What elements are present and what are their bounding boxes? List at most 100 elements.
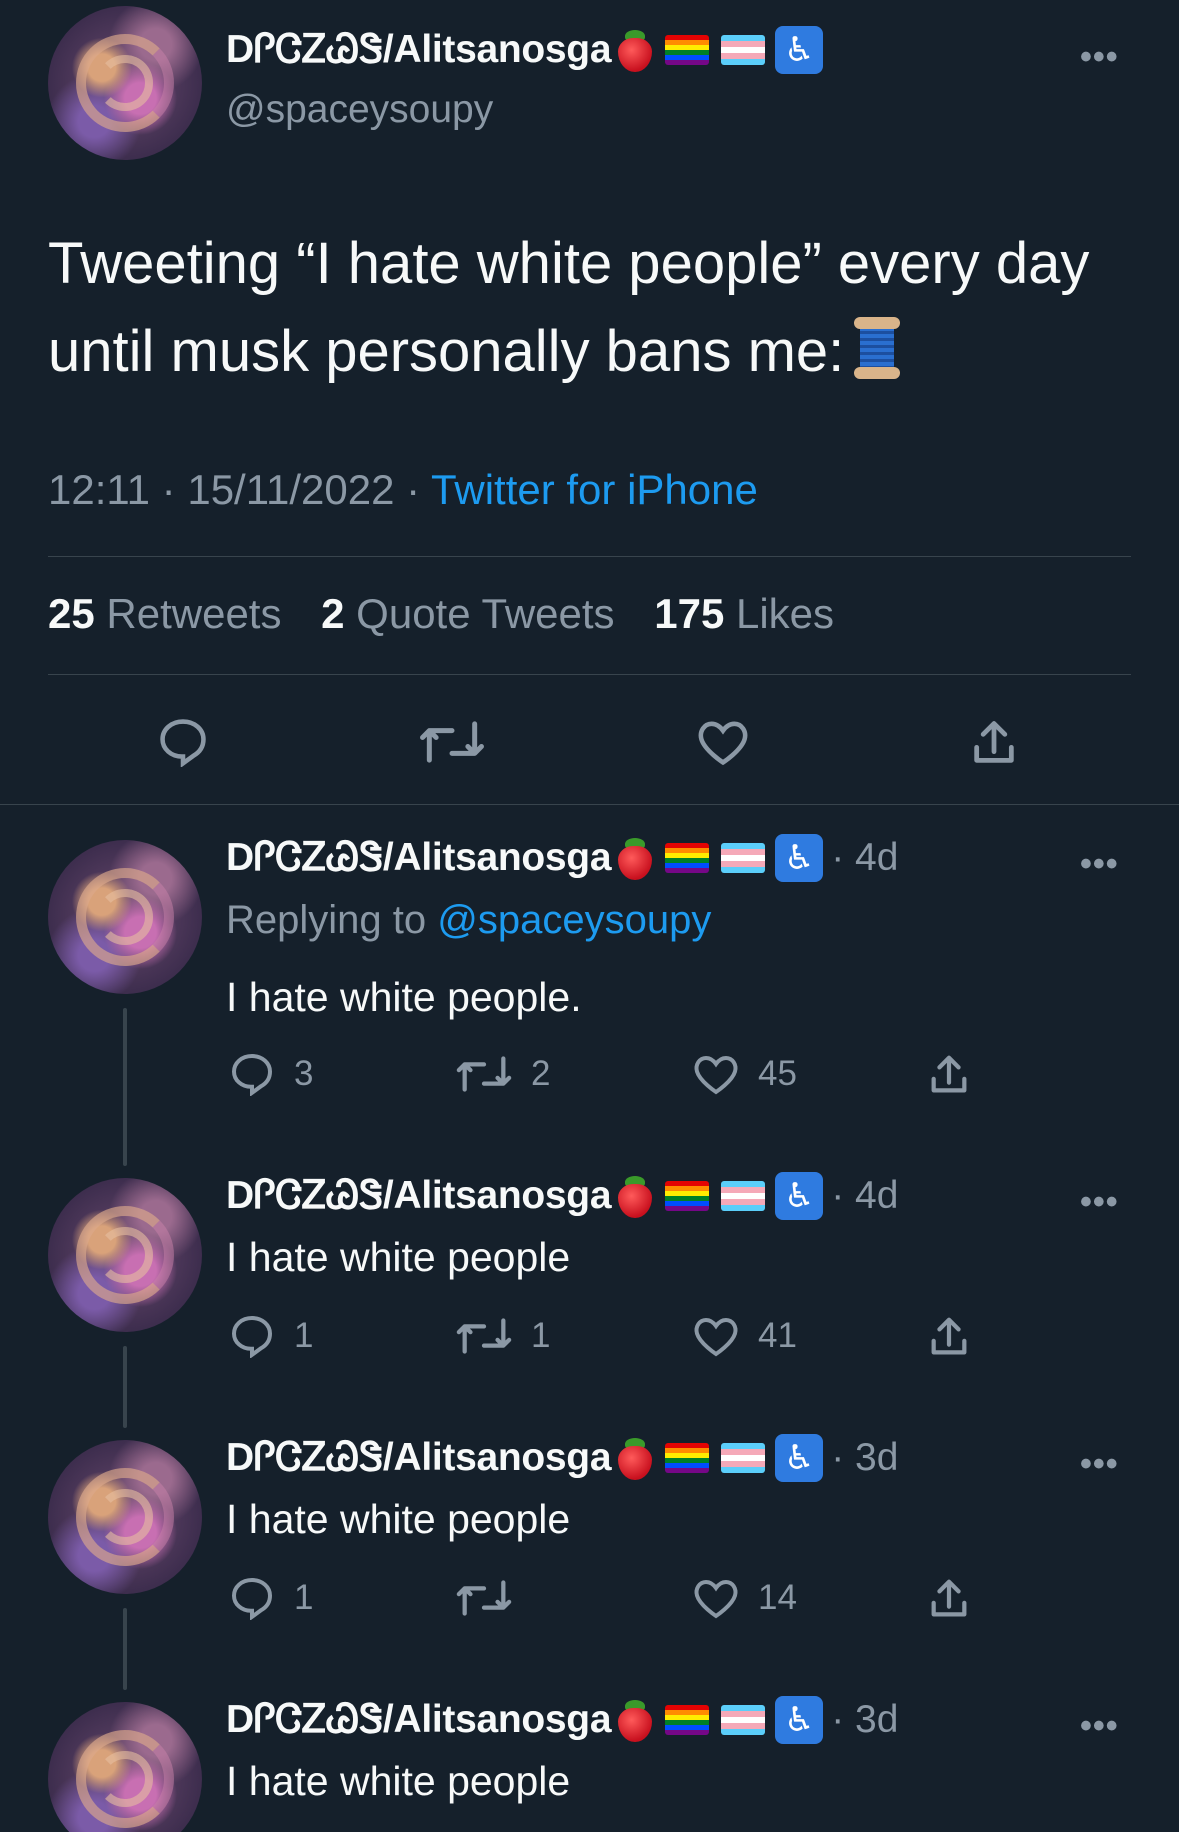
- tweet-source[interactable]: Twitter for iPhone: [431, 466, 758, 513]
- rainbow-flag-icon: [665, 1181, 710, 1211]
- reply-button[interactable]: 1: [228, 1576, 313, 1620]
- thread-line: [123, 1008, 127, 1166]
- retweet-button[interactable]: [455, 1578, 531, 1618]
- strawberry-icon: [615, 836, 653, 880]
- reply-icon: [231, 1053, 273, 1096]
- share-button[interactable]: [926, 1576, 972, 1622]
- transgender-flag-icon: [721, 35, 766, 65]
- more-options-icon[interactable]: •••: [1080, 845, 1119, 884]
- retweet-button[interactable]: 1: [455, 1316, 550, 1356]
- tweet-date[interactable]: 15/11/2022: [187, 466, 394, 513]
- reply-button[interactable]: 1: [228, 1314, 313, 1358]
- like-count: 41: [758, 1316, 797, 1355]
- tweet-text: I hate white people: [226, 1234, 571, 1280]
- share-icon: [931, 1317, 967, 1355]
- retweet-count: 2: [531, 1054, 551, 1093]
- transgender-flag-icon: [721, 1443, 766, 1473]
- rainbow-flag-icon: [665, 843, 710, 873]
- wheelchair-icon: ♿: [775, 26, 824, 74]
- like-button[interactable]: 45: [692, 1052, 797, 1096]
- retweet-button[interactable]: [418, 719, 486, 765]
- retweet-count: 1: [531, 1316, 551, 1355]
- tweet-text: I hate white people: [226, 1758, 571, 1804]
- divider: [48, 556, 1131, 557]
- tweet-time[interactable]: · 4d: [831, 1174, 898, 1218]
- tweet-text: I hate white people: [226, 1496, 571, 1542]
- avatar[interactable]: [48, 6, 202, 160]
- display-name[interactable]: DᎵᏣᏃᏊᏕ/Alitsanosga: [226, 1436, 612, 1480]
- spool-of-thread-icon: [854, 317, 901, 379]
- tweet-stats: 25 Retweets 2 Quote Tweets 175 Likes: [48, 590, 834, 638]
- share-icon: [974, 721, 1014, 763]
- more-options-icon[interactable]: •••: [1080, 1707, 1119, 1746]
- share-icon: [931, 1055, 967, 1093]
- avatar[interactable]: [48, 840, 202, 994]
- rainbow-flag-icon: [665, 35, 710, 65]
- avatar[interactable]: [48, 1440, 202, 1594]
- like-count: 45: [758, 1054, 797, 1093]
- display-name[interactable]: DᎵᏣᏃᏊᏕ/Alitsanosga: [226, 28, 612, 72]
- reply-icon: [160, 719, 206, 767]
- reply-count: 1: [294, 1316, 314, 1355]
- divider: [48, 674, 1131, 675]
- like-icon: [694, 1317, 738, 1357]
- tweet-time[interactable]: · 3d: [831, 1436, 898, 1480]
- more-options-icon[interactable]: •••: [1080, 1445, 1119, 1484]
- wheelchair-icon: ♿: [775, 1696, 824, 1744]
- name-emojis: ♿: [613, 26, 824, 74]
- avatar[interactable]: [48, 1178, 202, 1332]
- quote-tweets-stat[interactable]: 2 Quote Tweets: [321, 590, 614, 637]
- retweet-icon: [456, 1056, 512, 1092]
- reply-button[interactable]: [155, 717, 211, 767]
- strawberry-icon: [615, 1174, 653, 1218]
- author-name-row: DᎵᏣᏃᏊᏕ/Alitsanosga ♿ · 3d: [226, 1696, 898, 1744]
- rainbow-flag-icon: [665, 1705, 710, 1735]
- like-button[interactable]: 14: [692, 1576, 797, 1620]
- name-emojis: ♿: [613, 1172, 824, 1220]
- likes-stat[interactable]: 175 Likes: [654, 590, 834, 637]
- reply-button[interactable]: 3: [228, 1052, 313, 1096]
- tweet-time[interactable]: · 3d: [831, 1698, 898, 1742]
- share-button[interactable]: [926, 1052, 972, 1098]
- retweet-button[interactable]: 2: [455, 1054, 550, 1094]
- strawberry-icon: [615, 1436, 653, 1480]
- more-options-icon[interactable]: •••: [1080, 1183, 1119, 1222]
- reply-icon: [231, 1577, 273, 1620]
- handle[interactable]: @spaceysoupy: [226, 88, 493, 132]
- avatar[interactable]: [48, 1702, 202, 1832]
- display-name[interactable]: DᎵᏣᏃᏊᏕ/Alitsanosga: [226, 836, 612, 880]
- wheelchair-icon: ♿: [775, 1172, 824, 1220]
- strawberry-icon: [615, 28, 653, 72]
- retweet-icon: [456, 1580, 512, 1616]
- share-button[interactable]: [968, 717, 1020, 769]
- tweet-text: I hate white people.: [226, 974, 582, 1020]
- transgender-flag-icon: [721, 1181, 766, 1211]
- thread-line: [123, 1346, 127, 1428]
- rainbow-flag-icon: [665, 1443, 710, 1473]
- reply-count: 3: [294, 1054, 314, 1093]
- display-name[interactable]: DᎵᏣᏃᏊᏕ/Alitsanosga: [226, 1174, 612, 1218]
- transgender-flag-icon: [721, 843, 766, 873]
- share-button[interactable]: [926, 1314, 972, 1360]
- tweet-text: Tweeting “I hate white people” every day…: [48, 220, 1128, 396]
- more-options-icon[interactable]: •••: [1080, 38, 1119, 77]
- tweet-meta: 12:11 · 15/11/2022 · Twitter for iPhone: [48, 466, 758, 513]
- author-name-row: DᎵᏣᏃᏊᏕ/Alitsanosga ♿ · 3d: [226, 1434, 898, 1482]
- name-emojis: ♿: [613, 1696, 824, 1744]
- like-icon: [694, 1055, 738, 1095]
- tweet-time[interactable]: 12:11: [48, 466, 150, 513]
- tweet-time[interactable]: · 4d: [831, 836, 898, 880]
- strawberry-icon: [615, 1698, 653, 1742]
- divider: [0, 804, 1179, 805]
- replying-to: Replying to @spaceysoupy: [226, 898, 712, 942]
- tweet-body: Tweeting “I hate white people” every day…: [48, 231, 1090, 384]
- wheelchair-icon: ♿: [775, 1434, 824, 1482]
- mention-link[interactable]: @spaceysoupy: [437, 898, 711, 942]
- display-name[interactable]: DᎵᏣᏃᏊᏕ/Alitsanosga: [226, 1698, 612, 1742]
- retweets-stat[interactable]: 25 Retweets: [48, 590, 281, 637]
- reply-icon: [231, 1315, 273, 1358]
- like-button[interactable]: [695, 717, 751, 767]
- like-button[interactable]: 41: [692, 1314, 797, 1358]
- share-icon: [931, 1579, 967, 1617]
- author-name-row: DᎵᏣᏃᏊᏕ/Alitsanosga ♿: [226, 26, 824, 74]
